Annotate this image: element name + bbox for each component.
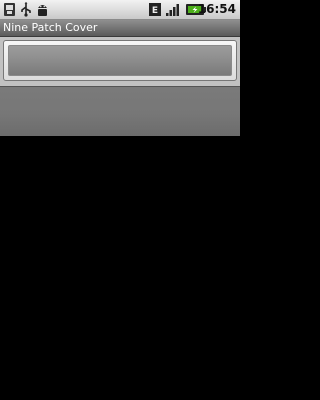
nine-patch-inner bbox=[8, 45, 232, 76]
title-bar: Nine Patch Cover bbox=[0, 20, 240, 37]
network-type-icon: E bbox=[149, 3, 161, 16]
usb-icon bbox=[21, 2, 31, 17]
signal-icon bbox=[166, 4, 179, 16]
content-area bbox=[0, 136, 240, 400]
nine-patch-cover-panel bbox=[0, 37, 240, 86]
screen: E 16:54 Nine Patch Cover bbox=[0, 0, 240, 400]
status-bar: E 16:54 bbox=[0, 0, 240, 20]
app-title: Nine Patch Cover bbox=[3, 21, 98, 34]
grey-band bbox=[0, 86, 240, 136]
svg-text:E: E bbox=[152, 6, 158, 16]
status-time: 16:54 bbox=[197, 2, 236, 16]
nine-patch-frame[interactable] bbox=[3, 40, 237, 81]
android-debug-icon bbox=[38, 5, 47, 16]
sim-icon bbox=[4, 3, 15, 16]
